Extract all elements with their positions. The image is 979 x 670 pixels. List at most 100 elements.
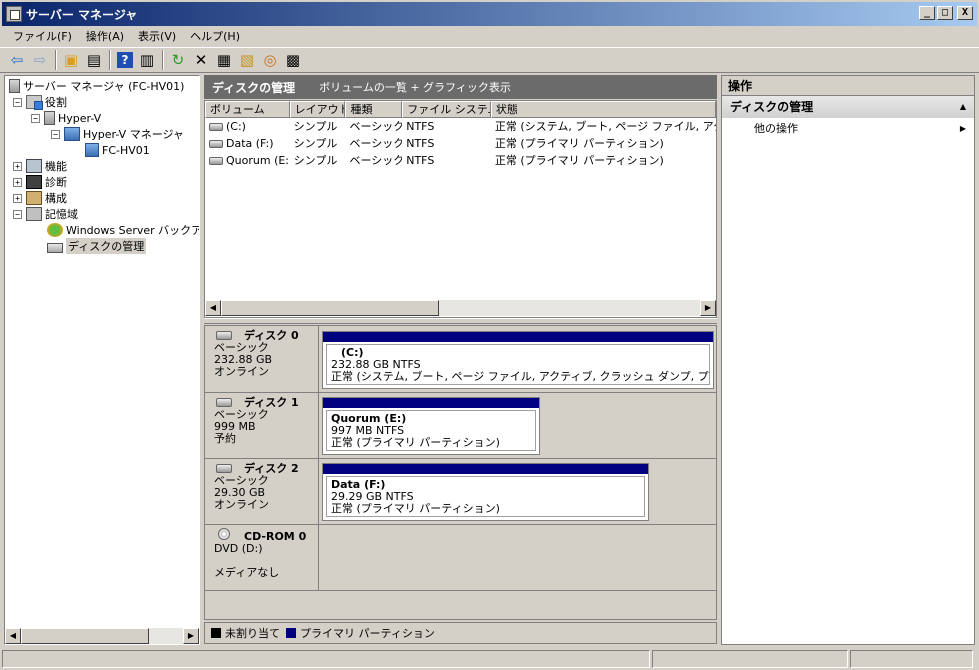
toolbar: ⇦ ⇨ ▣ ▤ ? ▥ ↻ ✕ ▦ ▧ ◎ ▩: [0, 47, 979, 73]
maximize-button[interactable]: □: [937, 6, 953, 20]
disk-graphical-view: ディスク 0 ベーシック 232.88 GB オンライン (C:) 232.88…: [204, 325, 717, 620]
refresh-icon[interactable]: ↻: [167, 49, 189, 71]
partition-c[interactable]: (C:) 232.88 GB NTFS 正常 (システム, ブート, ページ フ…: [322, 331, 714, 389]
center-pane-header: ディスクの管理 ボリュームの一覧 + グラフィック表示: [204, 75, 717, 99]
submenu-arrow-icon: ▶: [959, 124, 966, 133]
show-hide-action-icon[interactable]: ▥: [136, 49, 158, 71]
window-controls: _ □ X: [919, 6, 973, 20]
disk-state: 予約: [214, 432, 236, 445]
diagnostics-icon: [26, 175, 42, 189]
action-more-actions[interactable]: 他の操作 ▶: [722, 118, 974, 140]
help-icon[interactable]: ?: [117, 52, 133, 68]
tree-item-hyperv-manager[interactable]: − Hyper-V マネージャ: [51, 126, 184, 142]
collapse-icon[interactable]: −: [13, 97, 22, 107]
col-status[interactable]: 状態: [490, 101, 716, 118]
settings-icon[interactable]: ▩: [282, 49, 304, 71]
partition-f[interactable]: Data (F:) 29.29 GB NTFS 正常 (プライマリ パーティショ…: [322, 463, 649, 521]
col-layout[interactable]: レイアウト: [289, 101, 346, 118]
open-icon[interactable]: ▧: [236, 49, 258, 71]
actions-pane: 操作 ディスクの管理 ▲ 他の操作 ▶: [721, 75, 975, 645]
properties-icon[interactable]: ▦: [213, 49, 235, 71]
scroll-thumb[interactable]: [21, 628, 149, 644]
table-row[interactable]: Data (F:) シンプル ベーシック NTFS 正常 (プライマリ パーティ…: [205, 135, 716, 152]
status-bar: [0, 648, 979, 670]
tree-horizontal-scrollbar[interactable]: ◀ ▶: [5, 628, 199, 644]
actions-section-disk-management[interactable]: ディスクの管理 ▲: [722, 96, 974, 118]
host-icon: [85, 143, 99, 157]
disk-name: ディスク 1: [244, 396, 299, 409]
section-label: ディスクの管理: [730, 100, 814, 114]
col-type[interactable]: 種類: [345, 101, 403, 118]
cell-layout: シンプル: [293, 154, 338, 167]
legend-unallocated: 未割り当て: [211, 625, 280, 641]
cell-volume: Data (F:): [226, 137, 274, 150]
tree-item-configuration[interactable]: + 構成: [13, 190, 67, 206]
delete-icon[interactable]: ✕: [190, 49, 212, 71]
disk-row-2: ディスク 2 ベーシック 29.30 GB オンライン Data (F:) 29…: [205, 459, 716, 525]
menu-view[interactable]: 表示(V): [131, 28, 183, 44]
tree-item-server-manager[interactable]: サーバー マネージャ (FC-HV01): [9, 78, 184, 94]
search-icon[interactable]: ◎: [259, 49, 281, 71]
disk-management-icon: [47, 242, 63, 253]
status-cell: [850, 650, 973, 668]
collapse-icon[interactable]: −: [13, 209, 22, 219]
volume-icon: [209, 123, 223, 131]
menu-action[interactable]: 操作(A): [79, 28, 131, 44]
scroll-right-button[interactable]: ▶: [700, 300, 716, 316]
scroll-thumb[interactable]: [221, 300, 439, 316]
disk-icon: [216, 464, 232, 473]
disk-label[interactable]: ディスク 2 ベーシック 29.30 GB オンライン: [205, 459, 319, 524]
collapse-icon[interactable]: −: [31, 113, 40, 123]
tree-label: 機能: [45, 160, 67, 173]
legend-label: 未割り当て: [225, 627, 280, 640]
scroll-left-button[interactable]: ◀: [205, 300, 221, 316]
title-bar: サーバー マネージャ _ □ X: [0, 0, 979, 26]
expand-icon[interactable]: +: [13, 193, 22, 203]
menu-help[interactable]: ヘルプ(H): [183, 28, 247, 44]
disk-icon: [216, 331, 232, 340]
volume-icon: [209, 140, 223, 148]
col-volume[interactable]: ボリューム: [205, 101, 290, 118]
tree-label: 記憶域: [45, 208, 78, 221]
tree-item-host[interactable]: FC-HV01: [85, 142, 150, 158]
up-folder-icon[interactable]: ▣: [60, 49, 82, 71]
back-arrow-icon[interactable]: ⇦: [6, 49, 28, 71]
tree-item-disk-management[interactable]: ディスクの管理: [47, 238, 147, 254]
tree-item-roles[interactable]: − 役割: [13, 94, 67, 110]
disk-name: ディスク 2: [244, 462, 299, 475]
storage-icon: [26, 207, 42, 221]
cell-status: 正常 (システム, ブート, ページ ファイル, アクティブ: [494, 120, 716, 133]
tree-item-diagnostics[interactable]: + 診断: [13, 174, 67, 190]
table-row[interactable]: Quorum (E:) シンプル ベーシック NTFS 正常 (プライマリ パー…: [205, 152, 716, 169]
show-hide-tree-icon[interactable]: ▤: [83, 49, 105, 71]
tree-item-hyperv[interactable]: − Hyper-V: [31, 110, 101, 126]
table-row[interactable]: (C:) シンプル ベーシック NTFS 正常 (システム, ブート, ページ …: [205, 118, 716, 135]
scroll-left-button[interactable]: ◀: [5, 628, 21, 644]
tree-item-features[interactable]: + 機能: [13, 158, 67, 174]
menu-bar: ファイル(F) 操作(A) 表示(V) ヘルプ(H): [0, 26, 979, 46]
server-manager-icon: [6, 6, 22, 22]
expand-icon[interactable]: +: [13, 161, 22, 171]
pane-splitter[interactable]: [204, 318, 717, 324]
action-label: 他の操作: [754, 122, 798, 135]
close-button[interactable]: X: [957, 6, 973, 20]
legend-swatch: [211, 628, 221, 638]
partition-e[interactable]: Quorum (E:) 997 MB NTFS 正常 (プライマリ パーティショ…: [322, 397, 540, 455]
disk-label[interactable]: ディスク 0 ベーシック 232.88 GB オンライン: [205, 326, 319, 392]
disk-label[interactable]: ディスク 1 ベーシック 999 MB 予約: [205, 393, 319, 458]
menu-file[interactable]: ファイル(F): [6, 28, 79, 44]
volume-list-horizontal-scrollbar[interactable]: ◀ ▶: [205, 300, 716, 316]
forward-arrow-icon[interactable]: ⇨: [29, 49, 51, 71]
tree-item-backup[interactable]: Windows Server バックアップ: [47, 222, 199, 238]
col-filesystem[interactable]: ファイル システム: [402, 101, 491, 118]
collapse-arrow-icon[interactable]: ▲: [960, 96, 966, 118]
expand-icon[interactable]: +: [13, 177, 22, 187]
disk-label[interactable]: CD-ROM 0 DVD (D:) メディアなし: [205, 525, 319, 590]
collapse-icon[interactable]: −: [51, 129, 60, 139]
minimize-button[interactable]: _: [919, 6, 935, 20]
partition-legend: 未割り当て プライマリ パーティション: [204, 622, 717, 644]
scroll-right-button[interactable]: ▶: [183, 628, 199, 644]
tree-item-storage[interactable]: − 記憶域: [13, 206, 78, 222]
disk-row-1: ディスク 1 ベーシック 999 MB 予約 Quorum (E:) 997 M…: [205, 393, 716, 459]
status-cell: [652, 650, 848, 668]
